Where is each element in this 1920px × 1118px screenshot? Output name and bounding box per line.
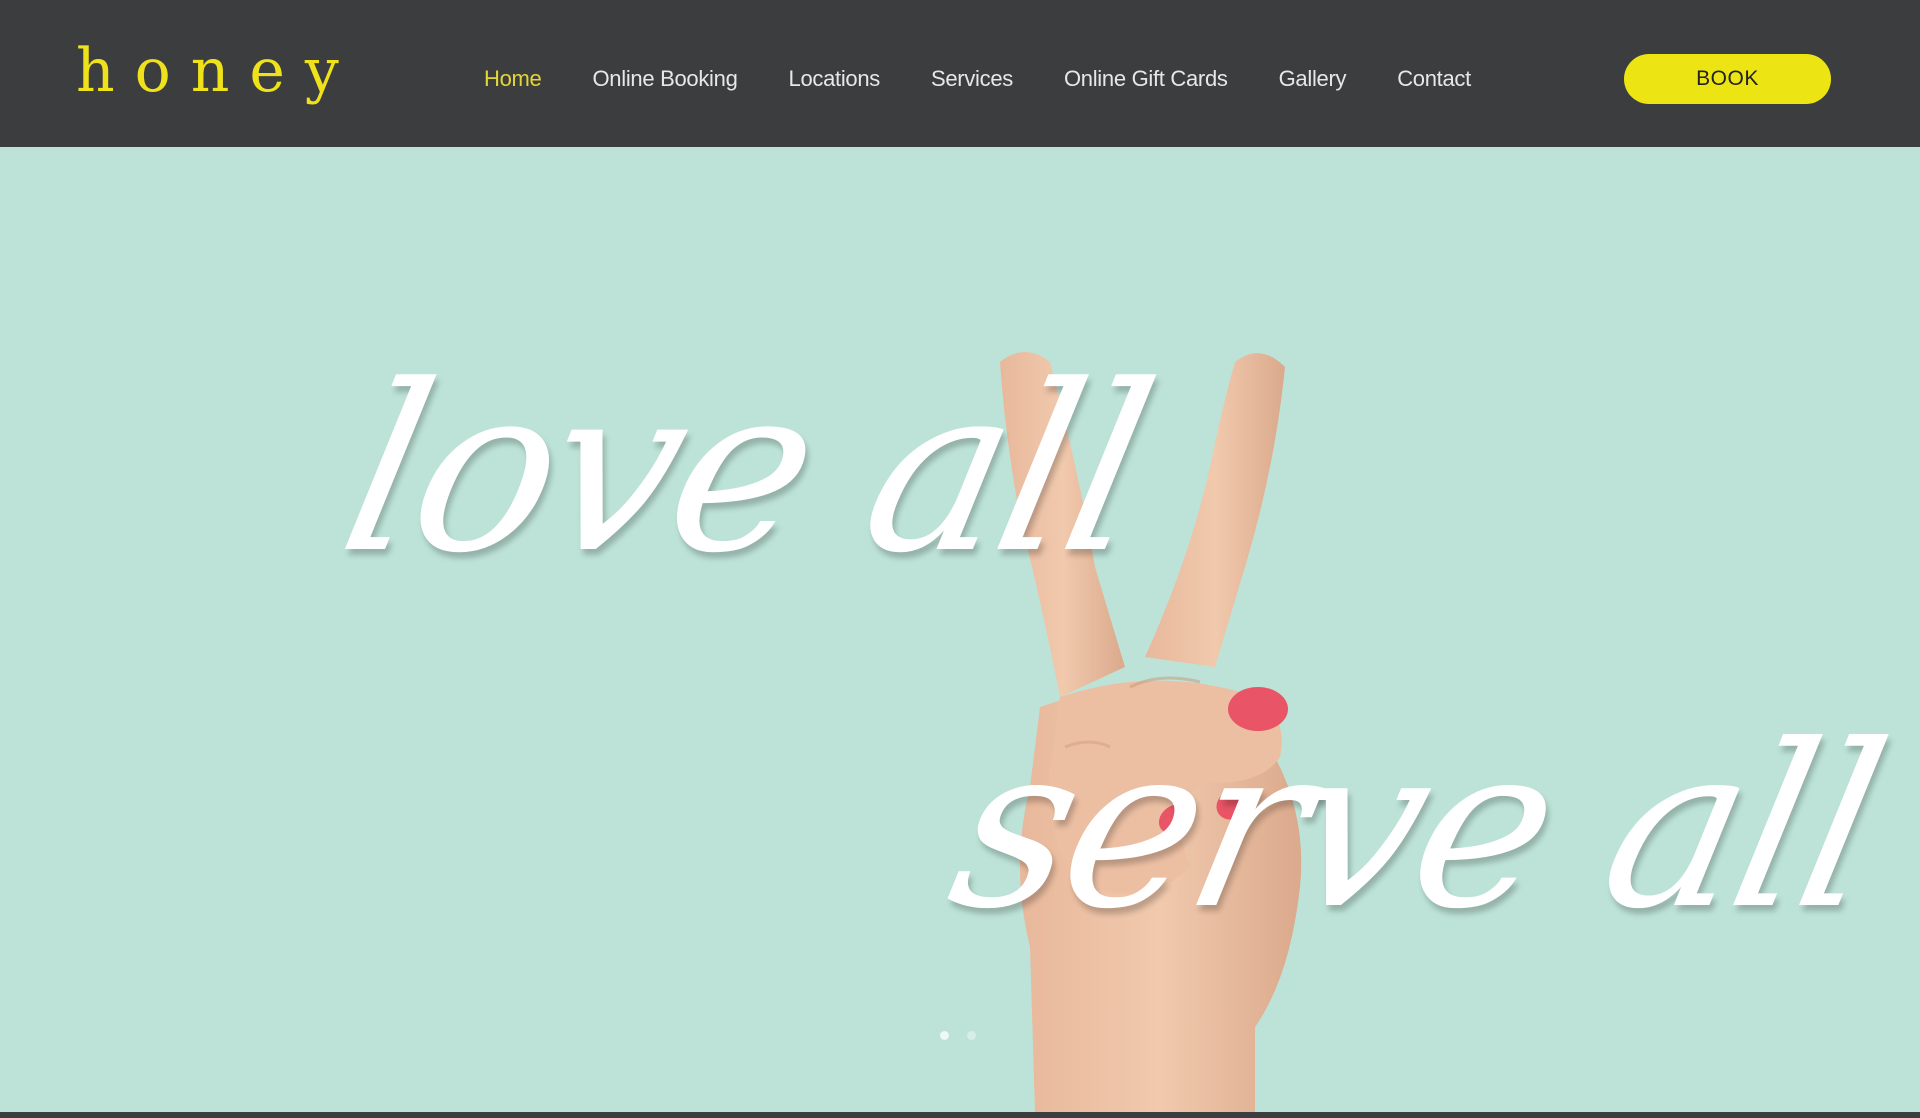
slide-dot-2[interactable]	[967, 1031, 976, 1040]
slideshow-pagination	[940, 1031, 976, 1040]
nav-online-gift-cards[interactable]: Online Gift Cards	[1064, 66, 1228, 92]
book-button[interactable]: BOOK	[1624, 54, 1831, 104]
nav-home[interactable]: Home	[484, 66, 542, 92]
nav-online-booking[interactable]: Online Booking	[593, 66, 738, 92]
bottom-border	[0, 1112, 1920, 1118]
nav-gallery[interactable]: Gallery	[1279, 66, 1347, 92]
main-nav: Home Online Booking Locations Services O…	[484, 66, 1471, 92]
peace-sign-hand-image	[1000, 352, 1302, 1112]
nav-contact[interactable]: Contact	[1397, 66, 1471, 92]
site-logo[interactable]: honey	[76, 36, 359, 106]
nav-services[interactable]: Services	[931, 66, 1013, 92]
hero-headline-serve-all: serve all	[932, 697, 1900, 959]
slide-dot-1[interactable]	[940, 1031, 949, 1040]
nav-locations[interactable]: Locations	[789, 66, 881, 92]
hero-slideshow: love all serve all	[0, 147, 1920, 1112]
site-header: honey Home Online Booking Locations Serv…	[0, 0, 1920, 147]
hero-headline-love-all: love all	[323, 337, 1168, 604]
